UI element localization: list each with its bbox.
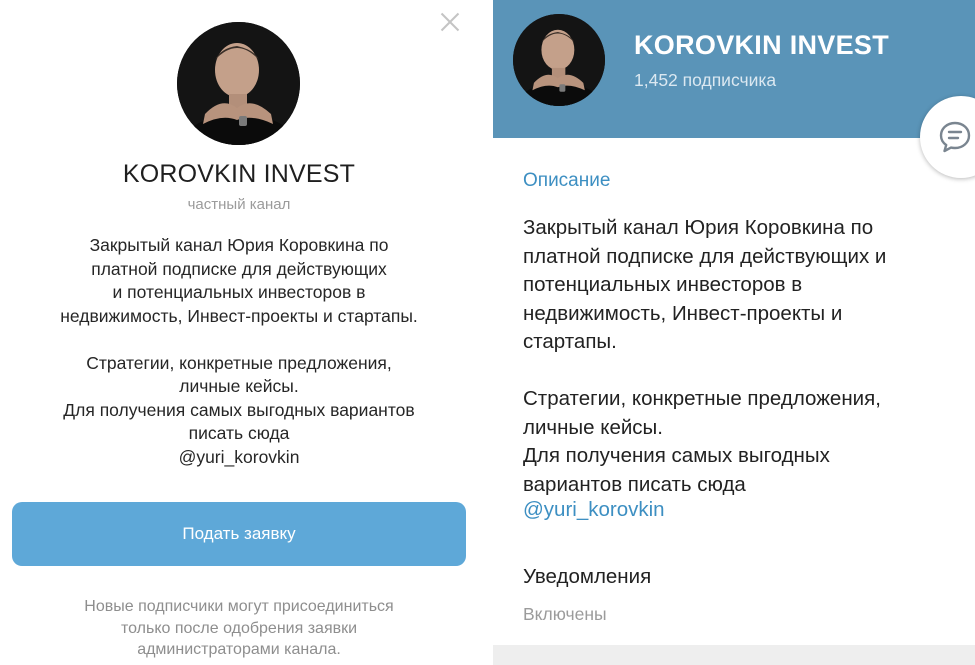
username-link[interactable]: @yuri_korovkin (523, 498, 665, 522)
channel-avatar (177, 22, 300, 145)
approval-note: Новые подписчики могут присоединиться то… (84, 598, 394, 658)
channel-header: KOROVKIN INVEST 1,452 подписчика (493, 0, 975, 138)
join-channel-dialog: KOROVKIN INVEST частный канал Закрытый к… (0, 0, 484, 665)
subscriber-count: 1,452 подписчика (634, 70, 777, 90)
panel-divider (484, 0, 493, 665)
channel-type-label: частный канал (187, 196, 291, 213)
channel-info-screen: KOROVKIN INVEST 1,452 подписчика Описани… (493, 0, 975, 665)
channel-title: KOROVKIN INVEST (634, 30, 890, 60)
description-section-label: Описание (523, 170, 611, 191)
channel-description: Закрытый канал Юрия Коровкина по платной… (523, 216, 887, 496)
channel-description: Закрытый канал Юрия Коровкина по платной… (60, 235, 418, 467)
close-icon[interactable] (436, 8, 464, 36)
channel-title: KOROVKIN INVEST (122, 160, 356, 188)
section-separator (493, 645, 975, 665)
chat-icon (939, 121, 971, 153)
channel-avatar[interactable] (513, 14, 605, 106)
notifications-status: Включены (523, 604, 607, 624)
notifications-label[interactable]: Уведомления (523, 565, 651, 589)
submit-request-button[interactable]: Подать заявку (12, 502, 466, 566)
